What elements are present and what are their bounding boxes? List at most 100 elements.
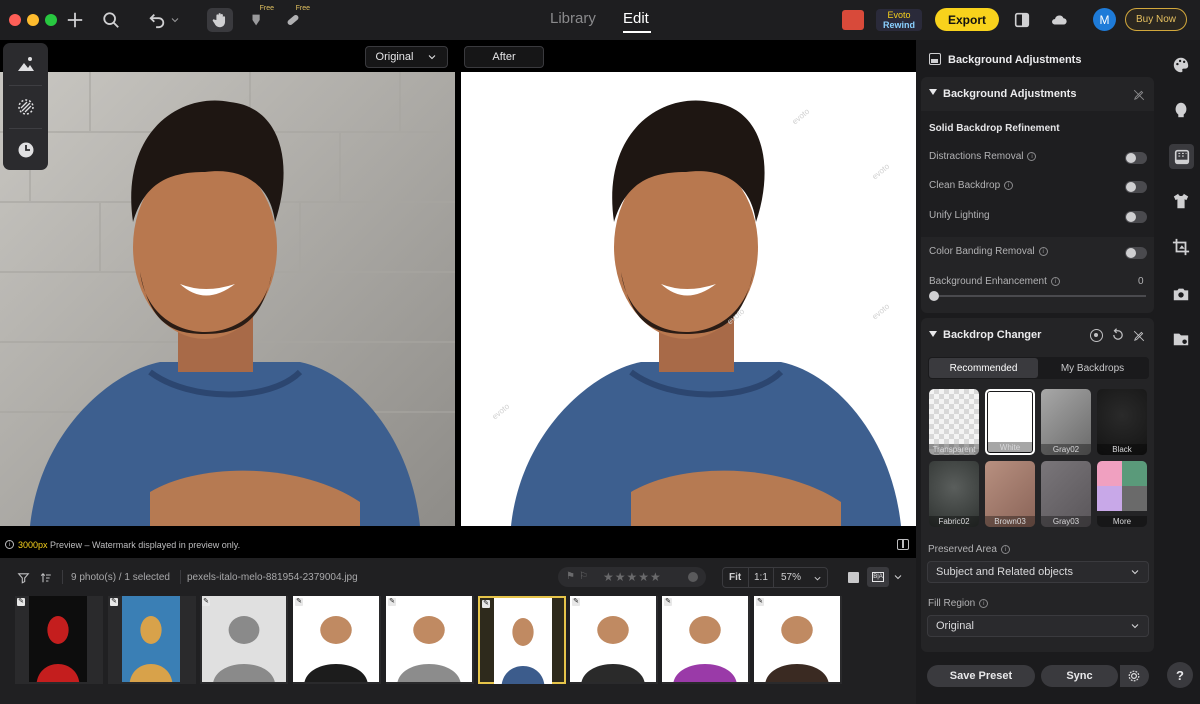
export-button[interactable]: Export xyxy=(935,8,999,31)
scene-tool-icon[interactable] xyxy=(3,43,48,85)
mask-tool-icon[interactable] xyxy=(3,86,48,128)
collapse-caret-icon[interactable] xyxy=(929,331,937,337)
fill-region-select[interactable]: Original xyxy=(927,615,1149,637)
backdrop-transparent[interactable]: Transparent xyxy=(929,389,979,455)
after-photo[interactable]: evoto evoto evoto evoto evoto xyxy=(461,72,916,526)
disable-edit-icon[interactable] xyxy=(1133,329,1145,342)
before-view-dropdown[interactable]: Original xyxy=(365,46,448,68)
hand-tool-icon[interactable] xyxy=(207,8,233,32)
enhancement-slider-track[interactable] xyxy=(932,295,1146,297)
bandage-tool-icon[interactable]: Free xyxy=(280,5,310,32)
camera-icon[interactable] xyxy=(1170,283,1192,305)
backdrop-gray02[interactable]: Gray02 xyxy=(1041,389,1091,455)
thumbnail-canal-buildings[interactable]: ✎ xyxy=(108,596,196,684)
palette-icon[interactable] xyxy=(1170,54,1192,76)
backdrop-changer-title[interactable]: Backdrop Changer xyxy=(943,329,1041,341)
backdrop-label: Transparent xyxy=(929,444,979,455)
filter-icon[interactable] xyxy=(17,571,30,584)
tab-recommended[interactable]: Recommended xyxy=(929,358,1038,378)
crop-icon[interactable] xyxy=(1170,236,1192,258)
sidebar-toggle-icon[interactable] xyxy=(1009,8,1035,32)
sync-button[interactable]: Sync xyxy=(1041,665,1118,687)
star-rating[interactable]: ★★★★★ xyxy=(603,570,662,584)
cloud-icon[interactable] xyxy=(1046,8,1072,32)
chevron-down-icon[interactable] xyxy=(168,8,182,32)
tab-library[interactable]: Library xyxy=(550,10,596,27)
close-window-button[interactable] xyxy=(9,14,21,26)
face-icon[interactable] xyxy=(1170,99,1192,121)
preserved-area-select[interactable]: Subject and Related objects xyxy=(927,561,1149,583)
avatar[interactable]: M xyxy=(1093,8,1116,31)
info-icon[interactable]: i xyxy=(1000,545,1010,554)
save-preset-button[interactable]: Save Preset xyxy=(927,665,1035,687)
background-icon[interactable] xyxy=(1169,144,1194,169)
backdrop-label: Black xyxy=(1097,444,1147,455)
compare-view-icon[interactable] xyxy=(897,539,909,550)
adjust-toggle[interactable] xyxy=(1125,181,1147,193)
backdrop-brown03[interactable]: Brown03 xyxy=(985,461,1035,527)
flag-reject-icon[interactable]: ⚐ xyxy=(579,571,588,582)
background-adjust-icon xyxy=(929,53,941,65)
search-icon[interactable] xyxy=(98,8,124,32)
tab-my-backdrops[interactable]: My Backdrops xyxy=(1038,358,1147,378)
sync-settings-button[interactable] xyxy=(1120,665,1149,687)
thumbnail-woman-scarf[interactable]: ✎ xyxy=(662,596,750,684)
healing-tool-icon[interactable]: Free xyxy=(244,5,274,32)
thumbnail-woman-afro[interactable]: ✎ xyxy=(570,596,658,684)
chevron-down-icon[interactable] xyxy=(813,574,822,583)
backdrop-black[interactable]: Black xyxy=(1097,389,1147,455)
zoom-controls: Fit 1:1 57% xyxy=(722,567,828,588)
backdrop-label: White xyxy=(987,442,1033,453)
thumbnail-man-in-suit[interactable]: ✎ xyxy=(293,596,381,684)
zoom-fit-button[interactable]: Fit xyxy=(729,572,741,583)
thumbnail-girl-portrait[interactable]: ✎ xyxy=(754,596,842,684)
history-icon[interactable] xyxy=(3,129,48,171)
info-icon[interactable]: i xyxy=(1027,152,1037,161)
gift-icon[interactable] xyxy=(842,10,864,30)
single-view-icon[interactable] xyxy=(848,572,859,583)
backdrop-fabric02[interactable]: Fabric02 xyxy=(929,461,979,527)
reset-edit-icon[interactable] xyxy=(1133,88,1145,101)
rewind-badge[interactable]: Evoto Rewind xyxy=(876,9,922,31)
zoom-1-1-button[interactable]: 1:1 xyxy=(754,572,768,583)
clothing-icon[interactable] xyxy=(1170,190,1192,212)
minimize-window-button[interactable] xyxy=(27,14,39,26)
thumbnail-spiral-staircase[interactable]: ✎ xyxy=(15,596,103,684)
collapse-caret-icon[interactable] xyxy=(929,89,937,95)
sort-icon[interactable] xyxy=(39,571,53,583)
color-label-icon[interactable] xyxy=(688,572,698,582)
before-photo[interactable] xyxy=(0,72,455,526)
section-title[interactable]: Background Adjustments xyxy=(943,88,1076,100)
adjust-toggle[interactable] xyxy=(1125,152,1147,164)
info-icon[interactable]: i xyxy=(1004,181,1014,190)
buy-now-button[interactable]: Buy Now xyxy=(1125,8,1187,31)
chevron-down-icon[interactable] xyxy=(893,572,903,582)
thumbnail-smiling-man-blue-tee[interactable]: ✎ xyxy=(478,596,566,684)
thumbnail-white-corridor[interactable]: ✎ xyxy=(200,596,288,684)
split-view-button[interactable]: B|A xyxy=(867,567,889,587)
help-button[interactable]: ? xyxy=(1167,662,1193,688)
divider xyxy=(62,570,63,584)
background-enhancement-label: Background Enhancement i xyxy=(929,276,1060,287)
zoom-window-button[interactable] xyxy=(45,14,57,26)
enhancement-slider-handle[interactable] xyxy=(929,291,939,301)
thumbnail-image xyxy=(29,596,87,682)
adjust-toggle[interactable] xyxy=(1125,211,1147,223)
info-icon[interactable]: i xyxy=(1050,277,1060,286)
undo-icon[interactable] xyxy=(144,8,170,32)
eye-icon[interactable] xyxy=(1090,329,1103,342)
backdrop-gray03[interactable]: Gray03 xyxy=(1041,461,1091,527)
reset-icon[interactable] xyxy=(1111,328,1125,342)
backdrop-more[interactable]: More xyxy=(1097,461,1147,527)
adjust-toggle[interactable] xyxy=(1125,247,1147,259)
tab-edit[interactable]: Edit xyxy=(623,10,649,27)
backdrop-white[interactable]: White xyxy=(985,389,1035,455)
folder-settings-icon[interactable] xyxy=(1170,328,1192,350)
info-icon[interactable]: i xyxy=(979,599,989,608)
flag-pick-icon[interactable]: ⚑ xyxy=(566,571,575,582)
zoom-value[interactable]: 57% xyxy=(781,572,801,583)
info-icon[interactable]: i xyxy=(1038,247,1048,256)
info-icon: i xyxy=(5,540,14,549)
add-icon[interactable] xyxy=(62,8,88,32)
thumbnail-woman-grey-jacket[interactable]: ✎ xyxy=(386,596,474,684)
